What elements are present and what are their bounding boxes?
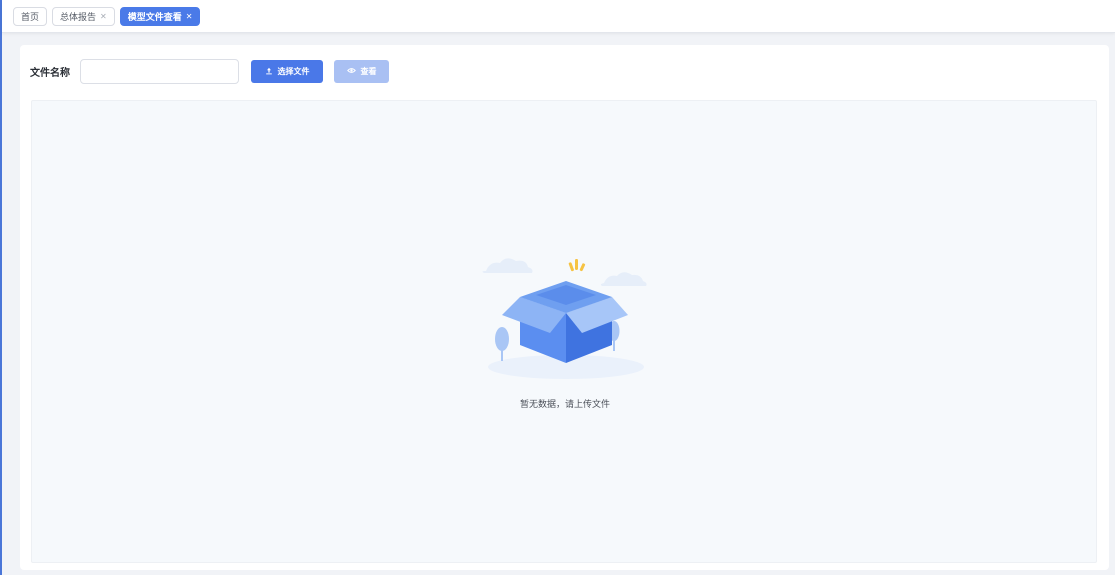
upload-icon (265, 67, 273, 77)
view-label: 查看 (360, 67, 377, 76)
tab-overall-report[interactable]: 总体报告 ✕ (52, 6, 115, 26)
tab-label: 模型文件查看 (127, 12, 182, 23)
tab-label: 总体报告 (60, 12, 97, 23)
select-file-label: 选择文件 (277, 67, 310, 76)
tab-bar: 首页 总体报告 ✕ 模型文件查看 ✕ (2, 0, 1115, 33)
main-card: 文件名称 选择文件 查看 暂无数据，请上传文件 (20, 45, 1109, 570)
file-name-label: 文件名称 (30, 68, 70, 79)
close-icon[interactable]: ✕ (186, 12, 193, 21)
eye-icon (346, 67, 356, 76)
empty-box-illustration (474, 251, 654, 411)
tab-home[interactable]: 首页 (13, 6, 48, 26)
app-frame: 首页 总体报告 ✕ 模型文件查看 ✕ 文件名称 选择文件 查看 暂无数据，请上传… (0, 0, 1115, 575)
empty-message: 暂无数据，请上传文件 (519, 400, 610, 410)
tab-model-file-view[interactable]: 模型文件查看 ✕ (119, 6, 201, 26)
close-icon[interactable]: ✕ (100, 12, 107, 21)
file-preview-panel: 暂无数据，请上传文件 (31, 100, 1097, 563)
file-name-input[interactable] (80, 59, 239, 84)
toolbar: 文件名称 选择文件 查看 (30, 59, 389, 84)
tab-label: 首页 (21, 12, 40, 23)
select-file-button[interactable]: 选择文件 (251, 60, 323, 83)
view-button[interactable]: 查看 (334, 60, 389, 83)
